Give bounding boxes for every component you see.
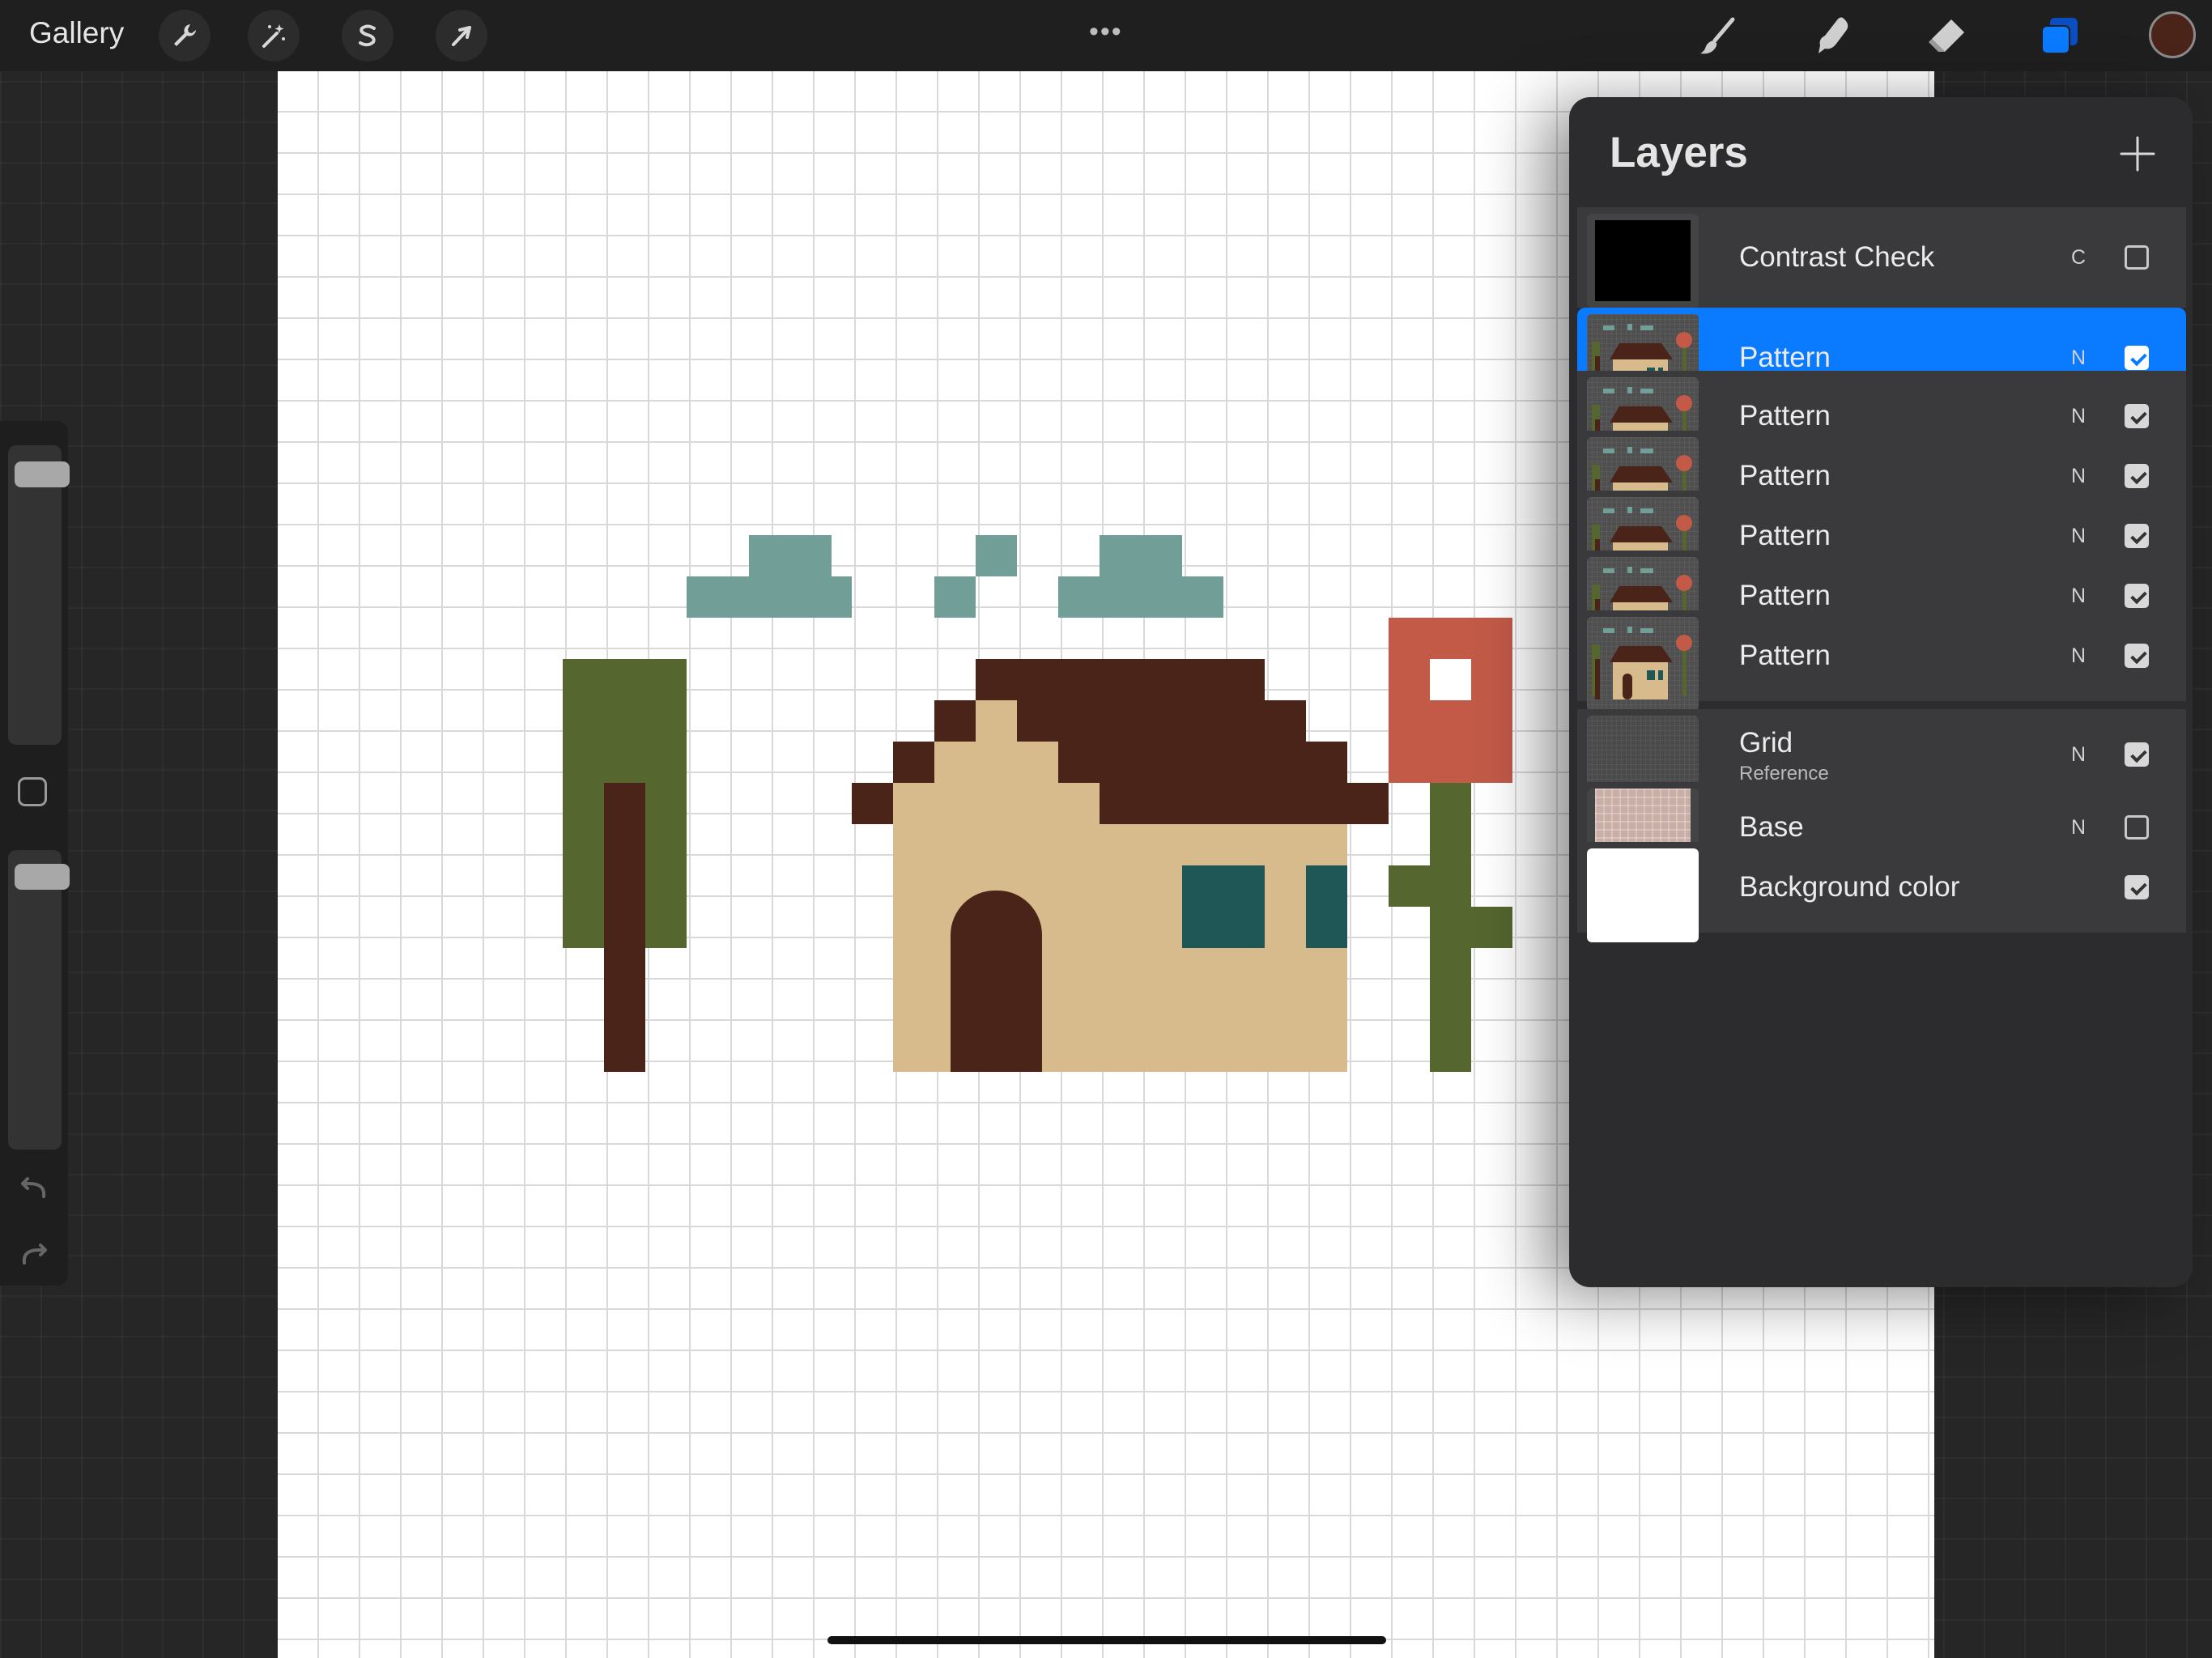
left-sidebar: [0, 421, 70, 1286]
pixel-stem: [1430, 783, 1471, 1072]
pixel-cloud: [748, 535, 832, 576]
layer-name: Base: [1739, 811, 1804, 843]
pixel-roof: [1058, 742, 1347, 783]
layer-name: Contrast Check: [1739, 241, 1935, 273]
modify-square-icon[interactable]: [18, 777, 47, 806]
layer-name: Pattern: [1739, 460, 1831, 491]
blend-mode-button[interactable]: N: [2071, 405, 2086, 428]
transform-arrow-icon[interactable]: [436, 10, 487, 62]
blend-mode-button[interactable]: N: [2071, 743, 2086, 767]
pixel-cloud: [976, 535, 1017, 576]
pixel-window: [1306, 865, 1347, 948]
layer-row-contrast-check[interactable]: Contrast Check C: [1577, 207, 2186, 308]
layer-thumbnail: [1587, 214, 1699, 308]
brush-size-slider[interactable]: [8, 445, 70, 745]
plus-icon[interactable]: [2113, 130, 2162, 178]
pixel-wall: [976, 700, 1017, 742]
layer-row-pattern[interactable]: Pattern N: [1577, 610, 2186, 711]
selection-s-icon[interactable]: [342, 10, 393, 62]
blend-mode-button[interactable]: C: [2071, 246, 2086, 270]
layer-name: Background color: [1739, 871, 1960, 903]
pixel-stem: [1389, 865, 1430, 907]
brush-icon[interactable]: [1694, 11, 1742, 60]
pixel-roof: [1100, 783, 1389, 824]
layer-name: Pattern: [1739, 640, 1831, 671]
blend-mode-button[interactable]: N: [2071, 465, 2086, 488]
opacity-slider[interactable]: [8, 850, 70, 1150]
pixel-cloud: [1100, 535, 1182, 576]
layer-name: Pattern: [1739, 400, 1831, 432]
blend-mode-button[interactable]: N: [2071, 644, 2086, 668]
layer-visibility-checkbox[interactable]: [2125, 245, 2149, 270]
layer-thumbnail: [1587, 617, 1699, 711]
pixel-wall: [893, 783, 1100, 824]
layers-title: Layers: [1610, 129, 1748, 176]
wrench-icon[interactable]: [159, 10, 211, 62]
redo-icon[interactable]: [15, 1239, 53, 1271]
pixel-flower-center: [1430, 659, 1471, 700]
gallery-button[interactable]: Gallery: [29, 16, 124, 50]
layer-thumbnail: [1587, 848, 1699, 942]
pixel-window: [1182, 865, 1265, 948]
layer-visibility-checkbox[interactable]: [2125, 346, 2149, 370]
pixel-trunk: [604, 783, 645, 1072]
blend-mode-button[interactable]: N: [2071, 346, 2086, 370]
layer-visibility-checkbox[interactable]: [2125, 524, 2149, 548]
layer-name: Pattern: [1739, 580, 1831, 611]
pixel-roof: [934, 700, 976, 742]
layer-visibility-checkbox[interactable]: [2125, 404, 2149, 428]
magic-wand-icon[interactable]: [248, 10, 300, 62]
pixel-roof: [893, 742, 934, 783]
pixel-door: [951, 890, 1042, 1072]
pixel-flower: [1389, 618, 1512, 783]
pixel-cloud: [687, 576, 852, 618]
pixel-roof: [852, 783, 893, 824]
blend-mode-button[interactable]: N: [2071, 585, 2086, 608]
pixel-wall: [934, 742, 1058, 783]
brush-size-handle[interactable]: [15, 461, 70, 488]
layer-visibility-checkbox[interactable]: [2125, 464, 2149, 488]
layer-name: Grid: [1739, 727, 1793, 759]
layer-visibility-checkbox[interactable]: [2125, 742, 2149, 767]
layer-visibility-checkbox[interactable]: [2125, 644, 2149, 668]
more-options-button[interactable]: •••: [1089, 16, 1123, 48]
smudge-icon[interactable]: [1809, 11, 1857, 60]
layer-row-background-color[interactable]: Background color: [1577, 842, 2186, 942]
layer-visibility-checkbox[interactable]: [2125, 815, 2149, 840]
layer-name: Pattern: [1739, 342, 1831, 373]
layers-panel: Layers Contrast Check C Pattern N Pattern N Pa…: [1569, 97, 2193, 1287]
opacity-handle[interactable]: [15, 863, 70, 890]
blend-mode-button[interactable]: N: [2071, 525, 2086, 548]
home-indicator: [827, 1636, 1386, 1644]
layer-visibility-checkbox[interactable]: [2125, 584, 2149, 608]
eraser-icon[interactable]: [1922, 11, 1971, 60]
color-picker-button[interactable]: [2149, 11, 2196, 58]
layer-name: Pattern: [1739, 520, 1831, 551]
layer-visibility-checkbox[interactable]: [2125, 875, 2149, 899]
layers-icon[interactable]: [2035, 11, 2084, 60]
pixel-cloud: [1058, 576, 1223, 618]
pixel-roof: [976, 659, 1265, 700]
pixel-stem: [1471, 907, 1512, 948]
top-toolbar: Gallery •••: [0, 0, 2212, 71]
undo-icon[interactable]: [15, 1172, 53, 1205]
blend-mode-button[interactable]: N: [2071, 816, 2086, 840]
pixel-roof: [1017, 700, 1306, 742]
pixel-cloud: [934, 576, 976, 618]
